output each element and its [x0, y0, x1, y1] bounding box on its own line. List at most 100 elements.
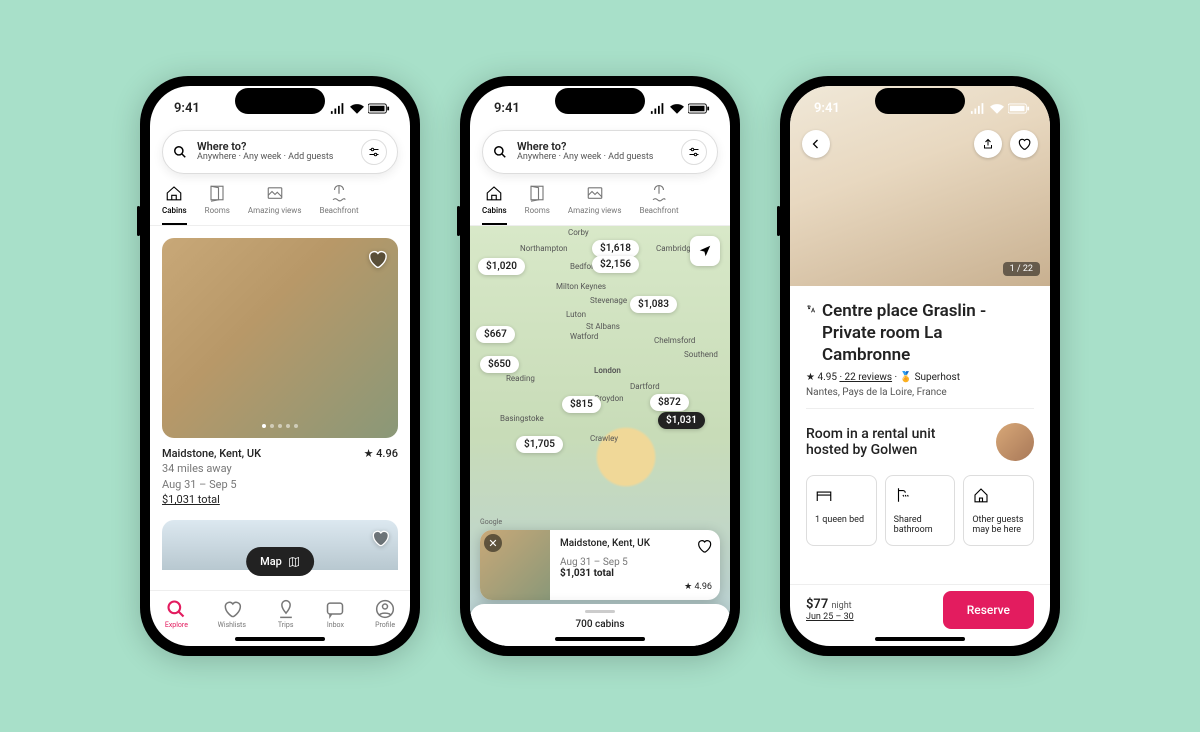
- phone-detail: 9:41 1 / 22 Centre place Graslin: [780, 76, 1060, 656]
- search-subtitle: Anywhere · Any week · Add guests: [517, 153, 671, 163]
- cabin-icon: [485, 184, 503, 202]
- locate-button[interactable]: [690, 236, 720, 266]
- listing-price: $1,031 total: [162, 492, 398, 507]
- tab-inbox[interactable]: Inbox: [325, 599, 345, 629]
- category-tabs: Cabins Rooms Amazing views Beachfront: [470, 174, 730, 226]
- heart-icon: [366, 248, 388, 270]
- image-dots: [262, 424, 298, 428]
- google-attribution: Google: [480, 518, 502, 526]
- category-amazing-views[interactable]: Amazing views: [248, 184, 302, 225]
- price-marker[interactable]: $1,083: [630, 296, 677, 313]
- views-icon: [266, 184, 284, 202]
- price-marker[interactable]: $1,705: [516, 436, 563, 453]
- category-cabins[interactable]: Cabins: [162, 184, 187, 225]
- wishlist-button[interactable]: [696, 538, 712, 557]
- room-icon: [208, 184, 226, 202]
- search-bar[interactable]: Where to? Anywhere · Any week · Add gues…: [482, 130, 718, 174]
- price-marker[interactable]: $650: [480, 356, 519, 373]
- price-marker[interactable]: $1,031: [658, 412, 705, 429]
- listing-meta: ★ 4.95 22 reviews 🏅 Superhost: [806, 372, 1034, 383]
- map-place-label: London: [594, 366, 621, 375]
- category-beachfront[interactable]: Beachfront: [639, 184, 678, 225]
- listing-rating: ★ 4.96: [364, 446, 398, 461]
- heart-icon: [1017, 137, 1031, 151]
- home-indicator[interactable]: [555, 637, 645, 641]
- image-pager: 1 / 22: [1003, 262, 1040, 276]
- tab-trips[interactable]: Trips: [276, 599, 296, 629]
- map-listing-card[interactable]: ✕ Maidstone, Kent, UK Aug 31 – Sep 5 $1,…: [480, 530, 720, 600]
- shower-icon: [894, 486, 912, 504]
- wishlist-button[interactable]: [1010, 130, 1038, 158]
- host-avatar[interactable]: [996, 423, 1034, 461]
- category-amazing-views[interactable]: Amazing views: [568, 184, 622, 225]
- map-place-label: Watford: [570, 332, 598, 341]
- host-section[interactable]: Room in a rental unit hosted by Golwen: [806, 408, 1034, 475]
- map-place-label: Southend: [684, 350, 718, 359]
- category-tabs: Cabins Rooms Amazing views Beachfront: [150, 174, 410, 226]
- features: 1 queen bed Shared bathroom Other guests…: [806, 475, 1034, 546]
- tab-wishlists[interactable]: Wishlists: [218, 599, 246, 629]
- search-icon: [173, 145, 187, 159]
- filter-button[interactable]: [361, 139, 387, 165]
- map-view[interactable]: CorbyNorthamptonCambridgeBedfordMilton K…: [470, 226, 730, 646]
- wishlist-button[interactable]: [366, 248, 388, 274]
- price-marker[interactable]: $1,618: [592, 240, 639, 257]
- map-place-label: Northampton: [520, 244, 568, 253]
- filter-icon: [368, 146, 380, 158]
- close-card-button[interactable]: ✕: [484, 534, 502, 552]
- share-icon: [982, 138, 994, 150]
- date-picker[interactable]: Jun 25 – 30: [806, 612, 854, 622]
- cabin-icon: [165, 184, 183, 202]
- reserve-button[interactable]: Reserve: [943, 591, 1034, 629]
- listing-location: Maidstone, Kent, UK: [162, 446, 261, 461]
- share-button[interactable]: [974, 130, 1002, 158]
- map-place-label: St Albans: [586, 322, 620, 331]
- filter-icon: [688, 146, 700, 158]
- search-subtitle: Anywhere · Any week · Add guests: [197, 153, 351, 163]
- heart-icon: [370, 528, 390, 548]
- back-button[interactable]: [802, 130, 830, 158]
- tab-profile[interactable]: Profile: [375, 599, 395, 629]
- notch: [875, 88, 965, 114]
- price-marker[interactable]: $815: [562, 396, 601, 413]
- map-place-label: Stevenage: [590, 296, 627, 305]
- listing-image[interactable]: [162, 238, 398, 438]
- price-marker[interactable]: $667: [476, 326, 515, 343]
- home-indicator[interactable]: [875, 637, 965, 641]
- map-icon: [288, 556, 300, 568]
- listing-distance: 34 miles away: [162, 461, 398, 476]
- category-rooms[interactable]: Rooms: [525, 184, 550, 225]
- card-price: $1,031 total: [560, 568, 614, 579]
- price-marker[interactable]: $1,020: [478, 258, 525, 275]
- wishlist-button[interactable]: [370, 528, 390, 552]
- tab-explore[interactable]: Explore: [165, 599, 188, 629]
- price-marker[interactable]: $2,156: [592, 256, 639, 273]
- notch: [235, 88, 325, 114]
- reviews-link[interactable]: 22 reviews: [839, 372, 892, 383]
- map-place-label: Milton Keynes: [556, 282, 606, 291]
- price-marker[interactable]: $872: [650, 394, 689, 411]
- map-place-label: Basingstoke: [500, 414, 544, 423]
- status-time: 9:41: [494, 101, 520, 116]
- filter-button[interactable]: [681, 139, 707, 165]
- map-toggle-button[interactable]: Map: [246, 547, 314, 576]
- category-cabins[interactable]: Cabins: [482, 184, 507, 225]
- category-beachfront[interactable]: Beachfront: [319, 184, 358, 225]
- search-bar[interactable]: Where to? Anywhere · Any week · Add gues…: [162, 130, 398, 174]
- listing-location: Nantes, Pays de la Loire, France: [806, 387, 1034, 398]
- home-indicator[interactable]: [235, 637, 325, 641]
- listing-card[interactable]: Maidstone, Kent, UK ★ 4.96 34 miles away…: [150, 226, 410, 520]
- results-count: 700 cabins: [575, 619, 624, 630]
- chevron-left-icon: [810, 138, 822, 150]
- listing-dates: Aug 31 – Sep 5: [162, 477, 398, 492]
- translate-icon: [806, 300, 816, 318]
- map-place-label: Dartford: [630, 382, 660, 391]
- map-place-label: Luton: [566, 310, 586, 319]
- map-place-label: Reading: [506, 374, 535, 383]
- map-place-label: Corby: [568, 228, 589, 237]
- card-rating: ★ 4.96: [684, 582, 712, 592]
- category-rooms[interactable]: Rooms: [205, 184, 230, 225]
- hero-image[interactable]: 9:41 1 / 22: [790, 86, 1050, 286]
- status-indicators: [650, 103, 710, 114]
- phone-map: 9:41 Where to? Anywhere · Any week · Add…: [460, 76, 740, 656]
